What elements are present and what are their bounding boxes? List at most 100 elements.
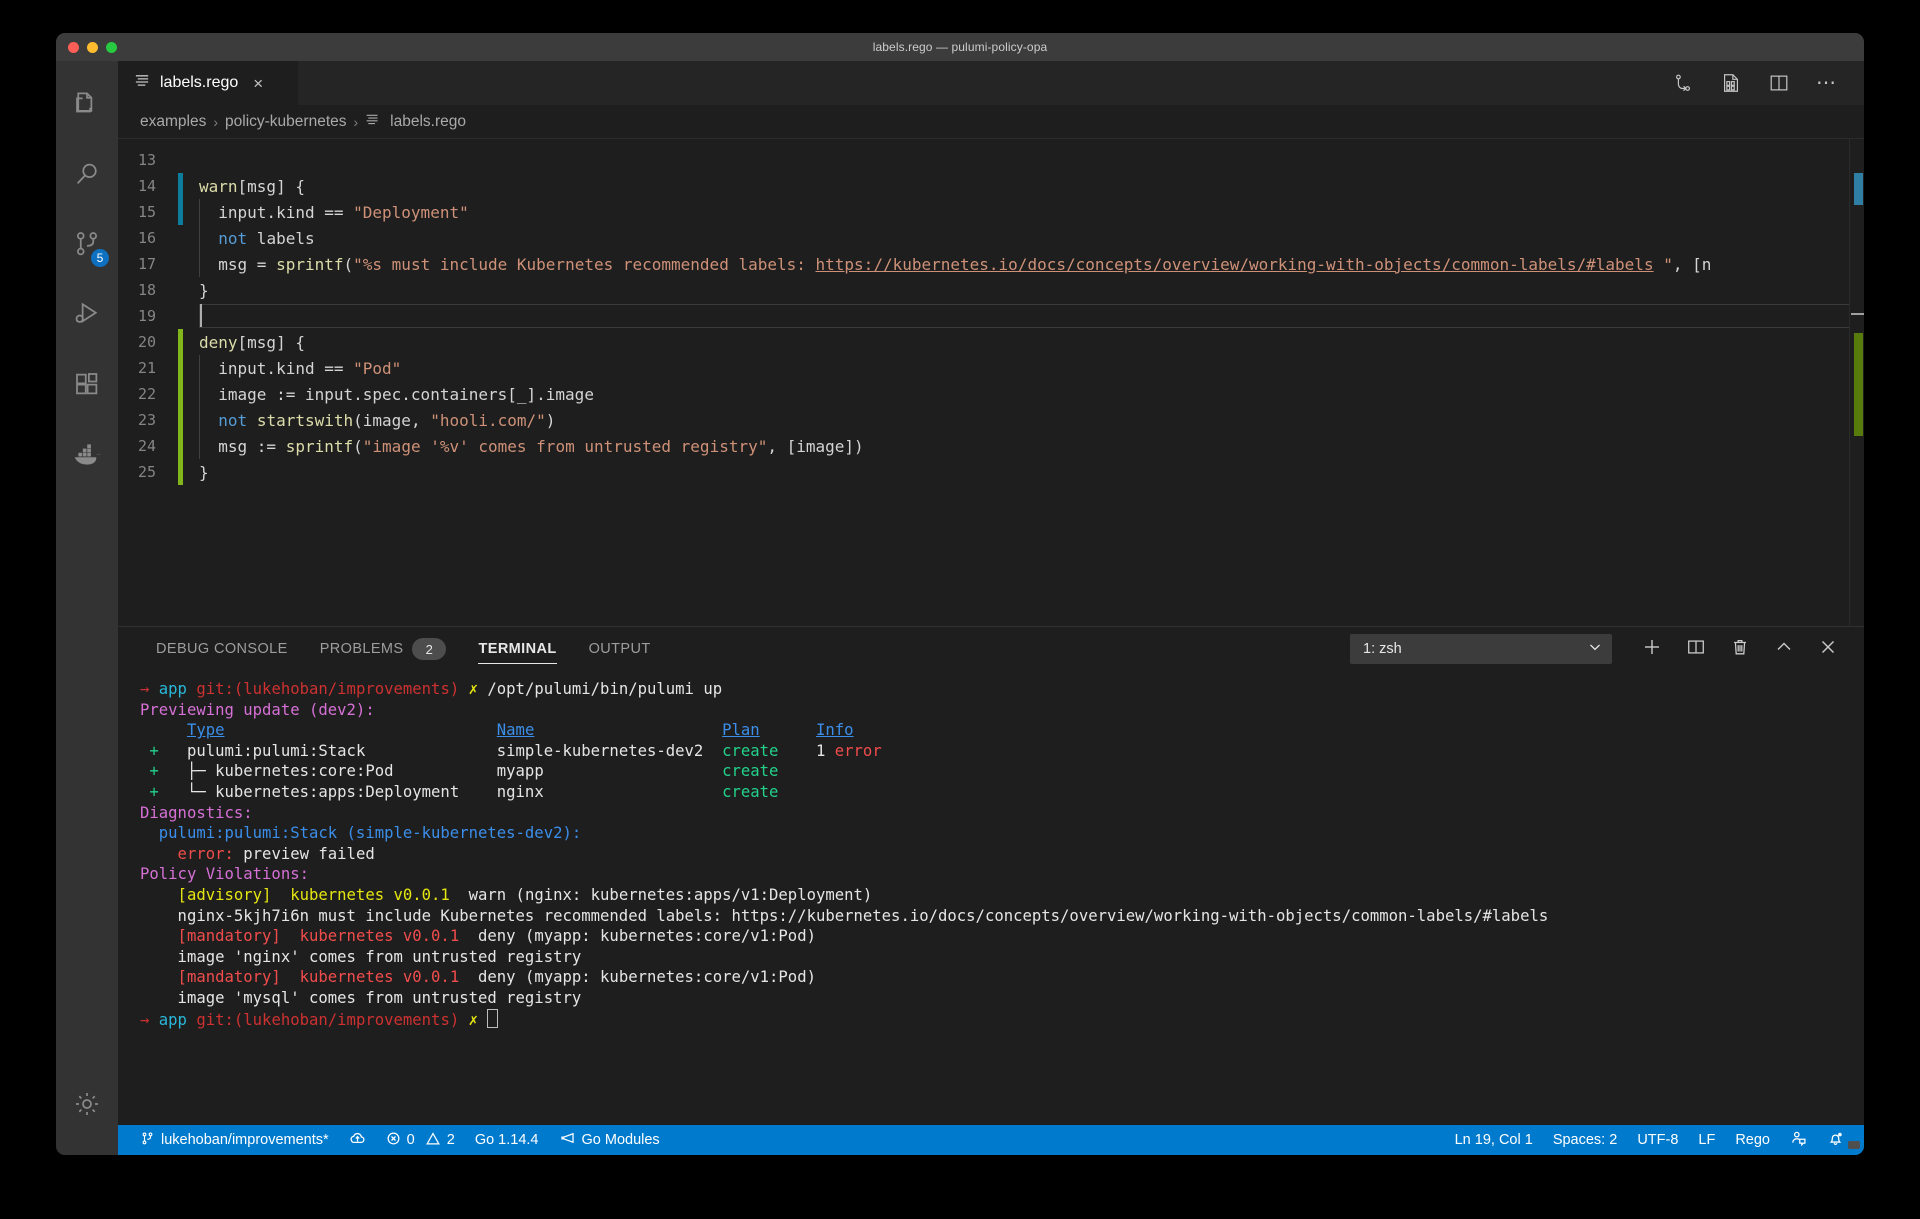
breadcrumb-item-examples[interactable]: examples bbox=[140, 113, 206, 131]
code-token: warn bbox=[199, 177, 238, 196]
close-window-button[interactable] bbox=[68, 42, 79, 53]
zoom-window-button[interactable] bbox=[106, 42, 117, 53]
activity-bar-item-manage[interactable] bbox=[56, 1071, 118, 1141]
activity-bar-item-search[interactable] bbox=[56, 141, 118, 211]
code-token: not bbox=[218, 411, 247, 430]
line-number: 23 bbox=[118, 411, 178, 429]
overview-ruler[interactable] bbox=[1849, 139, 1864, 626]
diagnostics-error-text: preview failed bbox=[234, 845, 375, 863]
new-terminal-button[interactable] bbox=[1630, 631, 1674, 667]
editor-actions: ⋯ bbox=[1672, 61, 1864, 105]
tab-debug-console[interactable]: DEBUG CONSOLE bbox=[140, 627, 304, 671]
status-live-share[interactable] bbox=[1780, 1125, 1817, 1155]
main-area: labels.rego × bbox=[118, 61, 1864, 1155]
code-line: 23 not startswith(image, "hooli.com/") bbox=[118, 407, 1864, 433]
editor-tab-labels-rego[interactable]: labels.rego × bbox=[118, 61, 299, 105]
code-token: } bbox=[199, 281, 209, 300]
activity-bar-item-explorer[interactable] bbox=[56, 71, 118, 141]
close-panel-button[interactable] bbox=[1806, 631, 1850, 667]
activity-bar-item-docker[interactable] bbox=[56, 421, 118, 491]
terminal-selector[interactable]: 1: zsh bbox=[1350, 634, 1612, 664]
split-terminal-button[interactable] bbox=[1674, 631, 1718, 667]
code-text: msg = sprintf("%s must include Kubernete… bbox=[199, 255, 1711, 274]
status-notifications[interactable] bbox=[1817, 1125, 1854, 1155]
cloud-upload-icon bbox=[349, 1131, 366, 1150]
status-go-modules[interactable]: Go Modules bbox=[549, 1125, 670, 1155]
diagnostics-error-label: error: bbox=[140, 845, 234, 863]
code-token: "image '%v' comes from untrusted registr… bbox=[363, 437, 768, 456]
code-text: deny[msg] { bbox=[199, 333, 305, 352]
diagnostics-resource: pulumi:pulumi:Stack (simple-kubernetes-d… bbox=[140, 824, 581, 842]
row-name: simple-kubernetes-dev2 bbox=[497, 742, 722, 760]
status-language-mode-label: Rego bbox=[1735, 1132, 1770, 1148]
status-language-mode[interactable]: Rego bbox=[1725, 1125, 1780, 1155]
breadcrumb-item-labels-rego[interactable]: labels.rego bbox=[390, 113, 466, 131]
indent-pad bbox=[183, 433, 199, 459]
code-token: n bbox=[1702, 255, 1712, 274]
terminal-output[interactable]: → app git:(lukehoban/improvements) ✗ /op… bbox=[118, 671, 1864, 1125]
code-text: input.kind == "Deployment" bbox=[199, 203, 469, 222]
code-token: not bbox=[218, 229, 247, 248]
prompt-status-mark: ✗ bbox=[469, 680, 488, 698]
row-plan: create bbox=[722, 762, 816, 780]
status-branch[interactable]: lukehoban/improvements* bbox=[130, 1125, 339, 1155]
code-link[interactable]: https://kubernetes.io/docs/concepts/over… bbox=[816, 255, 1654, 274]
status-cursor-position[interactable]: Ln 19, Col 1 bbox=[1445, 1125, 1543, 1155]
ellipsis-icon[interactable]: ⋯ bbox=[1816, 78, 1838, 88]
split-editor-icon[interactable] bbox=[1768, 72, 1790, 94]
text-cursor bbox=[200, 304, 202, 327]
activity-bar-item-source-control[interactable]: 5 bbox=[56, 211, 118, 281]
spacer bbox=[225, 721, 497, 739]
status-indentation[interactable]: Spaces: 2 bbox=[1543, 1125, 1628, 1155]
close-tab-button[interactable]: × bbox=[253, 75, 263, 92]
code-lines: 1314warn[msg] {15 input.kind == "Deploym… bbox=[118, 147, 1864, 485]
breadcrumb-item-policy-kubernetes[interactable]: policy-kubernetes bbox=[225, 113, 346, 131]
code-text: msg := sprintf("image '%v' comes from un… bbox=[199, 437, 864, 456]
kill-terminal-button[interactable] bbox=[1718, 631, 1762, 667]
code-token: deny bbox=[199, 333, 238, 352]
terminal-table-row: + ├─ kubernetes:core:Pod myapp create bbox=[140, 761, 1864, 782]
tab-terminal[interactable]: TERMINAL bbox=[462, 627, 572, 671]
code-line: 20deny[msg] { bbox=[118, 329, 1864, 355]
status-encoding-label: UTF-8 bbox=[1637, 1132, 1678, 1148]
warning-icon bbox=[425, 1131, 441, 1150]
tab-output[interactable]: OUTPUT bbox=[573, 627, 667, 671]
indent-guide bbox=[199, 381, 200, 407]
terminal-policy-item-header: [mandatory] kubernetes v0.0.1 deny (myap… bbox=[140, 967, 1864, 988]
minimize-window-button[interactable] bbox=[87, 42, 98, 53]
binary-file-icon[interactable] bbox=[1720, 72, 1742, 94]
status-eol[interactable]: LF bbox=[1688, 1125, 1725, 1155]
terminal-cursor bbox=[487, 1009, 498, 1028]
row-name: nginx bbox=[497, 783, 722, 801]
activity-bar-item-extensions[interactable] bbox=[56, 351, 118, 421]
prompt-status-mark: ✗ bbox=[469, 1011, 488, 1029]
indent-pad bbox=[183, 355, 199, 381]
line-number: 16 bbox=[118, 229, 178, 247]
row-plan: create bbox=[722, 783, 816, 801]
terminal-table-row: + pulumi:pulumi:Stack simple-kubernetes-… bbox=[140, 741, 1864, 762]
policy-level: [advisory] bbox=[140, 886, 290, 904]
maximize-panel-button[interactable] bbox=[1762, 631, 1806, 667]
plus-icon bbox=[1642, 637, 1662, 662]
status-sync[interactable] bbox=[339, 1125, 376, 1155]
tab-problems[interactable]: PROBLEMS 2 bbox=[304, 627, 463, 671]
status-problems[interactable]: 0 2 bbox=[376, 1125, 465, 1155]
activity-bar-item-run-and-debug[interactable] bbox=[56, 281, 118, 351]
bottom-panel: DEBUG CONSOLE PROBLEMS 2 TERMINAL OUTPUT bbox=[118, 626, 1864, 1125]
line-number: 15 bbox=[118, 203, 178, 221]
code-editor[interactable]: 1314warn[msg] {15 input.kind == "Deploym… bbox=[118, 138, 1864, 626]
terminal-scrollbar[interactable] bbox=[1848, 1141, 1860, 1149]
compare-changes-icon[interactable] bbox=[1672, 72, 1694, 94]
status-cursor-position-label: Ln 19, Col 1 bbox=[1455, 1132, 1533, 1148]
rego-file-icon bbox=[134, 72, 151, 94]
policy-message: image 'mysql' comes from untrusted regis… bbox=[140, 989, 581, 1007]
policy-message: nginx-5kjh7i6n must include Kubernetes r… bbox=[140, 907, 1548, 925]
status-go-version[interactable]: Go 1.14.4 bbox=[465, 1125, 549, 1155]
indent-pad bbox=[183, 199, 199, 225]
status-encoding[interactable]: UTF-8 bbox=[1627, 1125, 1688, 1155]
line-number: 14 bbox=[118, 177, 178, 195]
code-line: 25} bbox=[118, 459, 1864, 485]
code-token: sprintf bbox=[286, 437, 353, 456]
source-control-icon bbox=[140, 1131, 155, 1150]
rego-file-icon bbox=[365, 112, 380, 132]
